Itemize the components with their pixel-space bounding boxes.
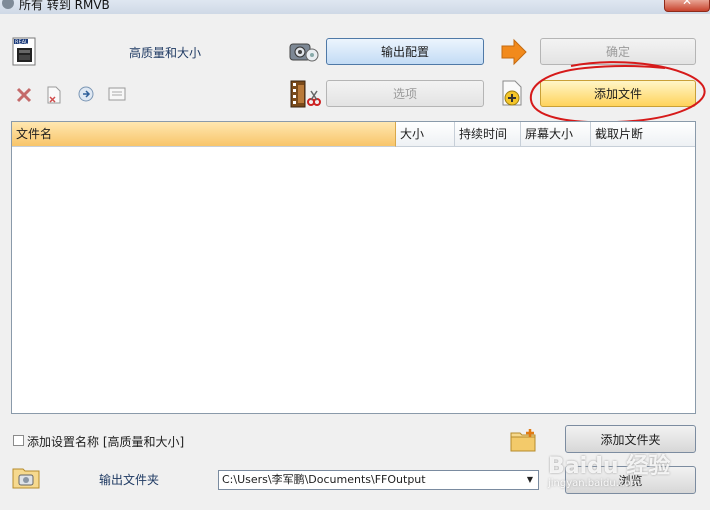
annotation-circle (529, 61, 706, 124)
clip-video-icon (289, 79, 321, 109)
watermark-brand: Baidu 经验 (548, 454, 671, 479)
column-size[interactable]: 大小 (396, 122, 455, 147)
output-folder-label: 输出文件夹 (99, 473, 160, 487)
output-folder-path: C:\Users\李军鹏\Documents\FFOutput (222, 473, 426, 486)
baidu-watermark: Baidu 经验 jingyan.baidu.com (548, 448, 670, 489)
realmedia-format-icon: REAL (11, 36, 39, 68)
add-file-icon (500, 79, 526, 109)
column-clip-segment[interactable]: 截取片断 (591, 122, 695, 147)
close-icon: ✕ (682, 0, 693, 8)
play-preview-icon[interactable] (77, 85, 95, 103)
new-folder-icon (509, 427, 539, 453)
media-info-icon[interactable] (108, 87, 126, 101)
column-screen-size[interactable]: 屏幕大小 (521, 122, 591, 147)
file-list[interactable]: 文件名 大小 持续时间 屏幕大小 截取片断 (11, 121, 696, 414)
watermark-url: jingyan.baidu.com (548, 478, 641, 489)
remove-icon[interactable] (15, 86, 33, 104)
svg-text:REAL: REAL (15, 40, 28, 46)
options-button[interactable]: 选项 (326, 80, 484, 107)
remove-document-icon[interactable] (45, 85, 63, 105)
output-folder-icon (11, 464, 43, 490)
output-config-icon (287, 38, 319, 66)
output-config-button[interactable]: 输出配置 (326, 38, 484, 65)
column-duration[interactable]: 持续时间 (455, 122, 521, 147)
add-setting-name-label: 添加设置名称 [高质量和大小] (27, 435, 185, 449)
window-title: 所有 转到 RMVB (19, 0, 110, 12)
title-bar: 所有 转到 RMVB ✕ (0, 0, 710, 14)
app-icon (2, 0, 14, 9)
add-setting-name-checkbox[interactable] (13, 435, 24, 446)
arrow-right-icon (500, 38, 528, 66)
file-list-header: 文件名 大小 持续时间 屏幕大小 截取片断 (12, 122, 695, 147)
close-button[interactable]: ✕ (664, 0, 710, 12)
output-folder-select[interactable]: C:\Users\李军鹏\Documents\FFOutput ▼ (218, 470, 539, 490)
chevron-down-icon[interactable]: ▼ (522, 471, 538, 489)
profile-label: 高质量和大小 (129, 46, 202, 60)
column-filename[interactable]: 文件名 (12, 122, 396, 147)
